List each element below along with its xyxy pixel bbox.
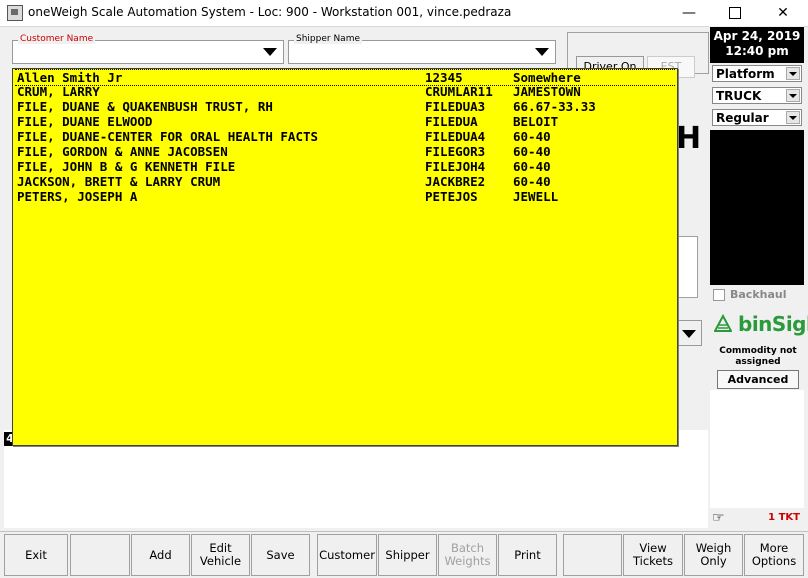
commodity-dropdown-button[interactable]	[676, 320, 702, 346]
add-button[interactable]: Add	[131, 534, 190, 576]
customer-name-label: Customer Name	[18, 34, 96, 44]
more-options-button[interactable]: More Options	[744, 534, 804, 576]
view-tickets-button[interactable]: View Tickets	[623, 534, 683, 576]
commodity-status: Commodity not assigned	[719, 346, 797, 367]
chevron-down-icon[interactable]	[786, 89, 800, 102]
app-icon[interactable]	[7, 5, 23, 21]
ticket-count-bar: ☞ 1 TKT	[710, 508, 804, 530]
customer-lookup-popup[interactable]: Allen Smith Jr 12345 Somewhere CRUM, LAR…	[12, 68, 678, 446]
list-item[interactable]: FILE, DUANE ELWOOD FILEDUA BELOIT	[15, 114, 675, 129]
blank-button-2[interactable]	[563, 534, 622, 576]
chevron-down-icon[interactable]	[786, 67, 800, 80]
edit-vehicle-button[interactable]: Edit Vehicle	[191, 534, 250, 576]
weigh-only-button[interactable]: Weigh Only	[684, 534, 743, 576]
pointing-hand-icon[interactable]: ☞	[712, 510, 725, 526]
batch-weights-button[interactable]: Batch Weights	[438, 534, 497, 576]
list-item[interactable]: CRUM, LARRY CRUMLAR11 JAMESTOWN	[15, 84, 675, 99]
scale-display-area	[710, 130, 804, 285]
blank-button-1[interactable]	[70, 534, 130, 576]
shipper-button[interactable]: Shipper	[378, 534, 437, 576]
binsight-icon	[714, 314, 732, 332]
list-item[interactable]: PETERS, JOSEPH A PETEJOS JEWELL	[15, 189, 675, 204]
binsight-logo: binSight	[712, 310, 808, 340]
print-button[interactable]: Print	[498, 534, 557, 576]
backhaul-label: Backhaul	[730, 288, 787, 301]
time-display: 12:40 pm	[725, 44, 789, 58]
main-partial-letter: H	[676, 121, 702, 156]
customer-dropdown-button[interactable]	[258, 40, 280, 62]
bottom-toolbar: Exit Add Edit Vehicle Save Customer Ship…	[0, 531, 808, 578]
chevron-down-icon[interactable]	[786, 111, 800, 124]
advanced-button[interactable]: Advanced	[717, 370, 799, 389]
customer-button[interactable]: Customer	[317, 534, 377, 576]
ticket-count: 1 TKT	[768, 512, 800, 523]
checkbox-icon[interactable]	[713, 289, 725, 301]
maximize-icon	[729, 7, 741, 19]
date-display: Apr 24, 2019	[713, 29, 801, 43]
list-item[interactable]: JACKSON, BRETT & LARRY CRUM JACKBRE2 60-…	[15, 174, 675, 189]
list-item[interactable]: FILE, GORDON & ANNE JACOBSEN FILEGOR3 60…	[15, 144, 675, 159]
scale-select[interactable]: Platform	[712, 65, 802, 82]
close-button[interactable]: ✕	[760, 0, 806, 26]
date-time-display: Apr 24, 2019 12:40 pm	[710, 27, 804, 63]
list-item[interactable]: FILE, JOHN B & G KENNETH FILE FILEJOH4 6…	[15, 159, 675, 174]
minimize-button[interactable]: —	[666, 0, 712, 26]
type-select[interactable]: Regular	[712, 109, 802, 126]
vehicle-select[interactable]: TRUCK	[712, 87, 802, 104]
title-bar: oneWeigh Scale Automation System - Loc: …	[0, 0, 808, 27]
maximize-button[interactable]	[712, 0, 758, 26]
window-title: oneWeigh Scale Automation System - Loc: …	[28, 5, 512, 19]
list-item[interactable]: FILE, DUANE-CENTER FOR ORAL HEALTH FACTS…	[15, 129, 675, 144]
backhaul-checkbox[interactable]: Backhaul	[712, 287, 804, 303]
sidebar-white-area	[710, 390, 804, 508]
exit-button[interactable]: Exit	[4, 534, 68, 576]
right-grid-stub	[676, 236, 698, 298]
save-button[interactable]: Save	[251, 534, 310, 576]
shipper-dropdown-button[interactable]	[530, 40, 552, 62]
list-item[interactable]: FILE, DUANE & QUAKENBUSH TRUST, RH FILED…	[15, 99, 675, 114]
shipper-name-label: Shipper Name	[294, 34, 362, 44]
